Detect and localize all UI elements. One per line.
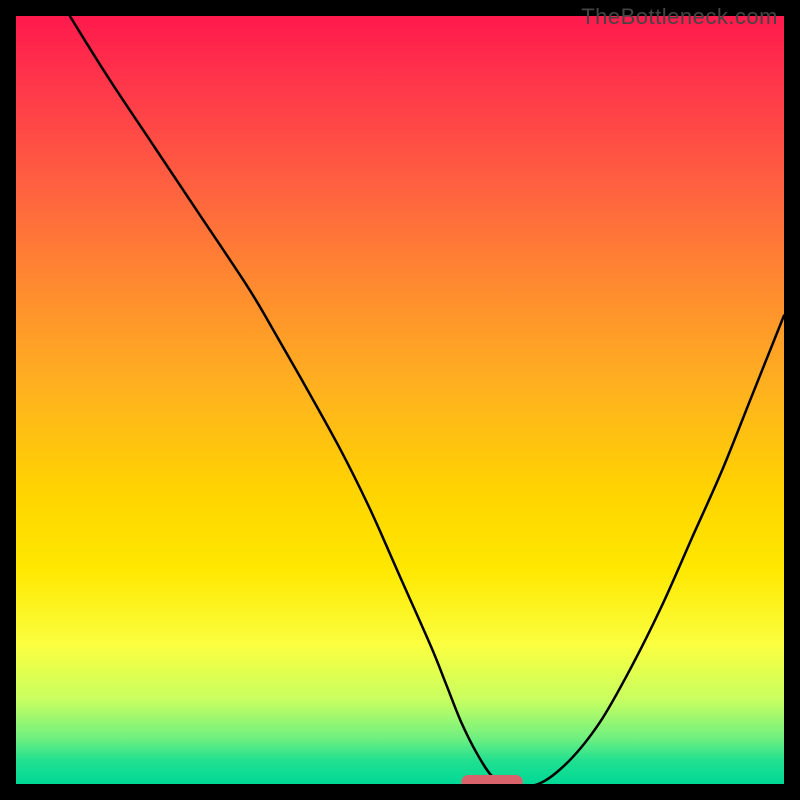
frame-top <box>0 0 800 16</box>
frame-left <box>0 0 16 800</box>
frame-right <box>784 0 800 800</box>
frame-bottom <box>0 784 800 800</box>
chart-container: TheBottleneck.com <box>0 0 800 800</box>
plot-area <box>16 16 784 784</box>
